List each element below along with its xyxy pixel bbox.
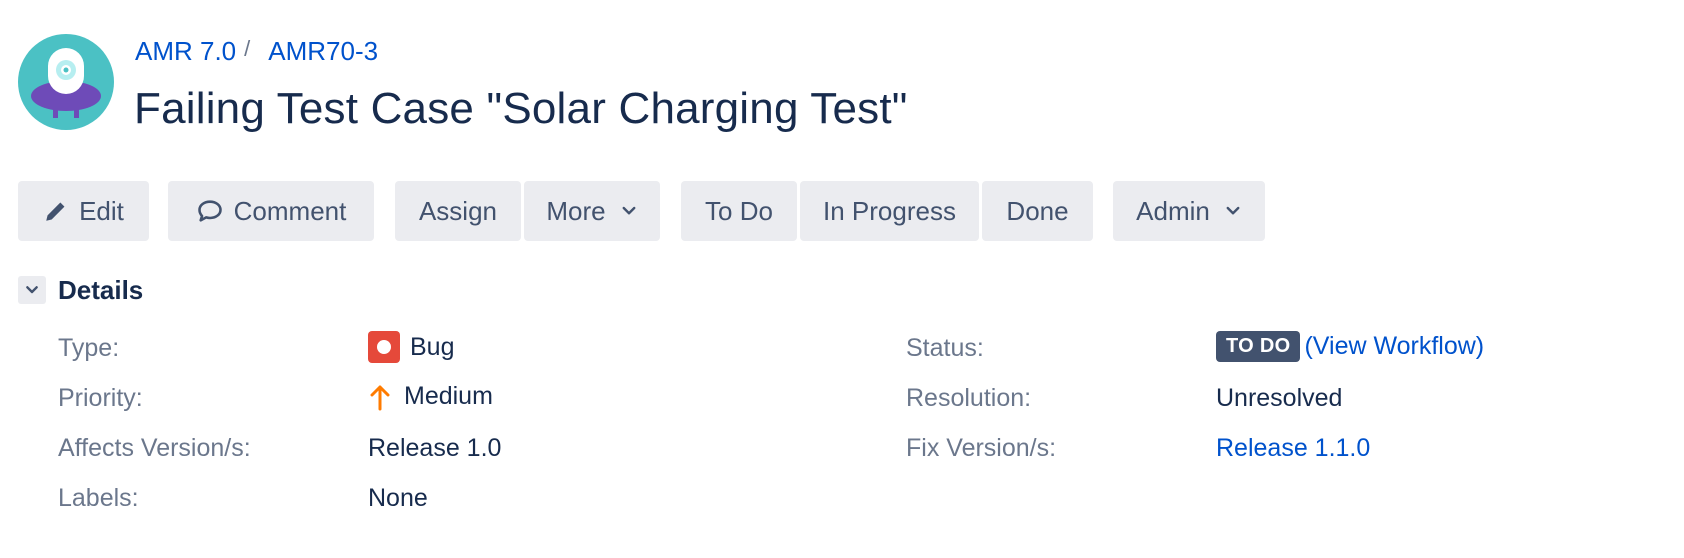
- priority-label: Priority:: [58, 384, 143, 412]
- speech-bubble-icon: [196, 197, 224, 225]
- todo-transition-button[interactable]: To Do: [681, 181, 797, 241]
- resolution-label: Resolution:: [906, 384, 1032, 412]
- breadcrumb-issue-key-link[interactable]: AMR70-3: [268, 36, 378, 66]
- fix-version-link[interactable]: Release 1.1.0: [1216, 434, 1370, 463]
- done-transition-label: Done: [1006, 195, 1069, 226]
- admin-button-label: Admin: [1136, 195, 1210, 226]
- done-transition-button[interactable]: Done: [982, 181, 1093, 241]
- comment-button-label: Comment: [233, 195, 347, 226]
- type-label: Type:: [58, 334, 120, 362]
- details-toggle[interactable]: [18, 276, 46, 304]
- view-workflow-link[interactable]: (View Workflow): [1304, 332, 1484, 361]
- affects-version-value: Release 1.0: [368, 434, 502, 462]
- type-value: Bug: [368, 331, 454, 363]
- labels-label: Labels:: [58, 484, 139, 512]
- in-progress-transition-button[interactable]: In Progress: [800, 181, 979, 241]
- fix-version-label: Fix Version/s:: [906, 434, 1057, 462]
- type-value-text: Bug: [410, 332, 455, 361]
- chevron-down-icon: [1224, 202, 1242, 220]
- chevron-down-icon: [620, 202, 638, 220]
- todo-transition-label: To Do: [705, 195, 773, 226]
- priority-value-text: Medium: [404, 382, 493, 410]
- more-button-label: More: [546, 195, 606, 226]
- project-avatar-icon: [18, 34, 114, 130]
- chevron-down-icon: [24, 282, 40, 298]
- pencil-icon: [43, 198, 69, 224]
- status-label: Status:: [906, 334, 984, 362]
- bug-icon: [368, 331, 400, 363]
- resolution-value: Unresolved: [1216, 384, 1343, 412]
- priority-value: Medium: [368, 382, 493, 411]
- breadcrumb-separator: /: [244, 36, 251, 61]
- in-progress-transition-label: In Progress: [823, 195, 956, 226]
- assign-button-label: Assign: [418, 195, 498, 226]
- breadcrumb: AMR 7.0 / AMR70-3: [135, 36, 378, 67]
- edit-button-label: Edit: [79, 195, 124, 226]
- details-heading[interactable]: Details: [58, 275, 143, 306]
- affects-version-label: Affects Version/s:: [58, 434, 251, 462]
- status-badge: TO DO: [1216, 331, 1301, 362]
- labels-value: None: [368, 484, 428, 512]
- arrow-up-icon: [368, 383, 392, 411]
- comment-button[interactable]: Comment: [168, 181, 374, 241]
- edit-button[interactable]: Edit: [18, 181, 149, 241]
- project-avatar[interactable]: [18, 34, 114, 130]
- more-button[interactable]: More: [524, 181, 660, 241]
- breadcrumb-project-link[interactable]: AMR 7.0: [135, 36, 236, 66]
- assign-button[interactable]: Assign: [395, 181, 521, 241]
- status-value: TO DO (View Workflow): [1216, 331, 1484, 362]
- admin-button[interactable]: Admin: [1113, 181, 1265, 241]
- issue-title[interactable]: Failing Test Case "Solar Charging Test": [134, 84, 908, 134]
